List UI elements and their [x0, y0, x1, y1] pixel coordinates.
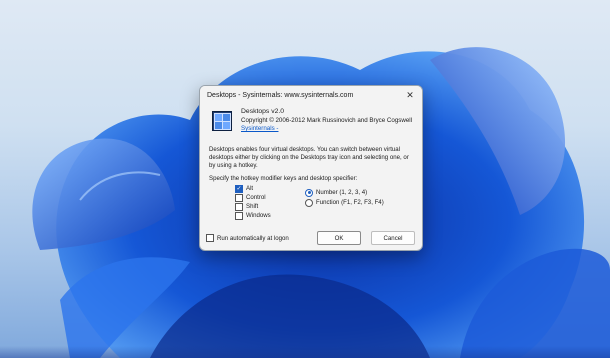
- screen-bottom-shade: [0, 346, 610, 358]
- modifier-alt[interactable]: ✓ Alt: [235, 184, 254, 193]
- radio-selected-icon[interactable]: [305, 188, 313, 197]
- specifier-label: Number (1, 2, 3, 4): [316, 189, 368, 197]
- ok-button[interactable]: OK: [317, 231, 361, 245]
- modifier-shift[interactable]: Shift: [235, 202, 259, 211]
- modifier-label: Alt: [246, 185, 254, 193]
- checkbox-icon[interactable]: [235, 211, 243, 220]
- specifier-number[interactable]: Number (1, 2, 3, 4): [305, 188, 368, 197]
- desktops-app-icon: [212, 111, 232, 131]
- checkbox-icon[interactable]: [235, 193, 243, 202]
- checkbox-icon[interactable]: [206, 234, 214, 242]
- app-name: Desktops v2.0: [241, 108, 285, 115]
- run-at-logon[interactable]: Run automatically at logon: [206, 234, 289, 242]
- dialog-titlebar[interactable]: Desktops - Sysinternals: www.sysinternal…: [200, 86, 422, 104]
- checkbox-icon[interactable]: [235, 202, 243, 211]
- modifier-control[interactable]: Control: [235, 193, 266, 202]
- radio-icon[interactable]: [305, 198, 313, 207]
- sysinternals-link[interactable]: Sysinternals -: [241, 125, 412, 134]
- modifier-label: Windows: [246, 212, 271, 220]
- specifier-label: Function (F1, F2, F3, F4): [316, 199, 384, 207]
- checkbox-checked-icon[interactable]: ✓: [235, 184, 243, 193]
- specify-label: Specify the hotkey modifier keys and des…: [209, 174, 358, 182]
- dialog-body: Desktops v2.0 Copyright © 2006-2012 Mark…: [200, 104, 422, 229]
- run-at-logon-label: Run automatically at logon: [217, 234, 289, 242]
- modifier-label: Shift: [246, 203, 259, 211]
- modifier-label: Control: [246, 194, 266, 202]
- specifier-function[interactable]: Function (F1, F2, F3, F4): [305, 198, 384, 207]
- copyright-text: Copyright © 2006-2012 Mark Russinovich a…: [241, 116, 413, 124]
- hotkey-options: ✓ Alt Control Shift Windows Number (1, 2…: [209, 184, 413, 229]
- cancel-button[interactable]: Cancel: [371, 231, 415, 245]
- close-icon[interactable]: ✕: [398, 86, 422, 104]
- dialog-footer: Run automatically at logon OK Cancel: [206, 231, 415, 245]
- modifier-windows[interactable]: Windows: [235, 211, 271, 220]
- description-text: Desktops enables four virtual desktops. …: [209, 146, 409, 170]
- about-header: Desktops v2.0 Copyright © 2006-2012 Mark…: [209, 108, 413, 138]
- dialog-title: Desktops - Sysinternals: www.sysinternal…: [207, 91, 354, 99]
- desktops-dialog: Desktops - Sysinternals: www.sysinternal…: [199, 85, 423, 251]
